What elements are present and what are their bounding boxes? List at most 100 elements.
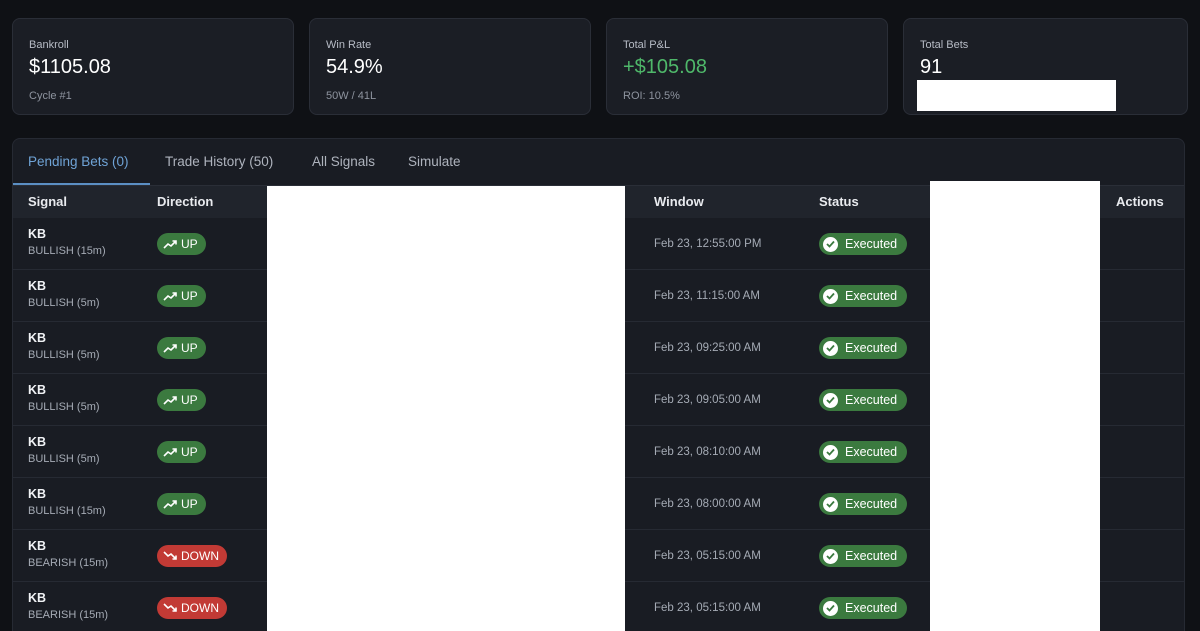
direction-badge-down: DOWN	[157, 597, 227, 619]
direction-label: UP	[181, 445, 198, 459]
status-label: Executed	[845, 289, 898, 303]
trending-up-icon	[163, 448, 177, 457]
window-time: Feb 23, 08:10:00 AM	[654, 446, 761, 458]
status-badge: Executed	[819, 597, 907, 619]
stat-card-bankroll: Bankroll $1105.08 Cycle #1	[12, 18, 294, 115]
check-circle-icon	[823, 236, 838, 252]
stat-label: Win Rate	[326, 39, 372, 51]
signal-detail: BEARISH (15m)	[28, 557, 109, 569]
status-badge: Executed	[819, 337, 907, 359]
stat-label: Bankroll	[29, 39, 69, 51]
signal-detail: BULLISH (5m)	[28, 297, 100, 309]
trending-up-icon	[163, 344, 177, 353]
signal-name: KB	[28, 279, 47, 293]
column-header-actions: Actions	[1116, 194, 1164, 209]
stat-value: $1105.08	[29, 56, 111, 78]
status-badge: Executed	[819, 545, 907, 567]
direction-label: UP	[181, 497, 198, 511]
direction-badge-down: DOWN	[157, 545, 227, 567]
stat-label: Total Bets	[920, 39, 969, 51]
stat-card-win-rate: Win Rate 54.9% 50W / 41L	[309, 18, 591, 115]
window-time: Feb 23, 05:15:00 AM	[654, 602, 761, 614]
check-circle-icon	[823, 340, 838, 356]
status-badge: Executed	[819, 233, 907, 255]
stat-value: 54.9%	[326, 56, 383, 78]
direction-badge-up: UP	[157, 389, 206, 411]
direction-badge-up: UP	[157, 285, 206, 307]
check-circle-icon	[823, 548, 838, 564]
tab-all-signals[interactable]: All Signals	[312, 139, 375, 186]
check-circle-icon	[823, 392, 838, 408]
status-label: Executed	[845, 445, 898, 459]
stat-subtext: 50W / 41L	[326, 90, 377, 102]
window-time: Feb 23, 09:25:00 AM	[654, 342, 761, 354]
column-header-window: Window	[654, 194, 704, 209]
direction-label: DOWN	[181, 549, 219, 563]
window-time: Feb 23, 08:00:00 AM	[654, 498, 761, 510]
signal-name: KB	[28, 435, 47, 449]
trending-down-icon	[163, 603, 177, 612]
signal-name: KB	[28, 591, 47, 605]
signal-name: KB	[28, 331, 47, 345]
tab-trade-history[interactable]: Trade History (50)	[165, 139, 273, 186]
direction-label: UP	[181, 237, 198, 251]
window-time: Feb 23, 09:05:00 AM	[654, 394, 761, 406]
status-label: Executed	[845, 393, 898, 407]
window-time: Feb 23, 05:15:00 AM	[654, 550, 761, 562]
direction-badge-up: UP	[157, 493, 206, 515]
check-circle-icon	[823, 496, 838, 512]
column-header-signal: Signal	[28, 194, 68, 209]
signal-detail: BULLISH (5m)	[28, 453, 100, 465]
redaction-box	[917, 80, 1116, 111]
stat-label: Total P&L	[623, 39, 671, 51]
signal-detail: BULLISH (5m)	[28, 349, 100, 361]
signal-detail: BULLISH (15m)	[28, 505, 106, 517]
tab-bar: Pending Bets (0) Trade History (50) All …	[13, 139, 1184, 186]
dashboard: Bankroll $1105.08 Cycle #1 Win Rate 54.9…	[0, 0, 1200, 631]
check-circle-icon	[823, 288, 838, 304]
status-badge: Executed	[819, 389, 907, 411]
signal-name: KB	[28, 227, 47, 241]
status-label: Executed	[845, 237, 898, 251]
column-header-direction: Direction	[157, 194, 214, 209]
direction-label: UP	[181, 393, 198, 407]
direction-label: DOWN	[181, 601, 219, 615]
check-circle-icon	[823, 600, 838, 616]
direction-label: UP	[181, 341, 198, 355]
direction-label: UP	[181, 289, 198, 303]
trending-up-icon	[163, 500, 177, 509]
tab-simulate[interactable]: Simulate	[408, 139, 461, 186]
stat-value: +$105.08	[623, 56, 707, 78]
tab-pending-bets[interactable]: Pending Bets (0)	[28, 139, 129, 186]
redaction-box	[930, 181, 1100, 631]
signal-name: KB	[28, 539, 47, 553]
signal-name: KB	[28, 487, 47, 501]
direction-badge-up: UP	[157, 337, 206, 359]
stat-subtext: ROI: 10.5%	[623, 90, 680, 102]
check-circle-icon	[823, 444, 838, 460]
active-tab-indicator	[13, 183, 150, 185]
signal-name: KB	[28, 383, 47, 397]
trending-up-icon	[163, 292, 177, 301]
status-label: Executed	[845, 497, 898, 511]
direction-badge-up: UP	[157, 441, 206, 463]
status-badge: Executed	[819, 285, 907, 307]
signal-detail: BULLISH (15m)	[28, 245, 106, 257]
status-badge: Executed	[819, 441, 907, 463]
window-time: Feb 23, 12:55:00 PM	[654, 238, 762, 250]
trending-up-icon	[163, 240, 177, 249]
redaction-box	[267, 186, 625, 631]
status-badge: Executed	[819, 493, 907, 515]
status-label: Executed	[845, 549, 898, 563]
direction-badge-up: UP	[157, 233, 206, 255]
signal-detail: BEARISH (15m)	[28, 609, 109, 621]
column-header-status: Status	[819, 194, 859, 209]
status-label: Executed	[845, 341, 898, 355]
stat-card-total-pnl: Total P&L +$105.08 ROI: 10.5%	[606, 18, 888, 115]
status-label: Executed	[845, 601, 898, 615]
stat-value: 91	[920, 56, 943, 78]
signal-detail: BULLISH (5m)	[28, 401, 100, 413]
trending-down-icon	[163, 551, 177, 560]
trending-up-icon	[163, 396, 177, 405]
stat-subtext: Cycle #1	[29, 90, 72, 102]
